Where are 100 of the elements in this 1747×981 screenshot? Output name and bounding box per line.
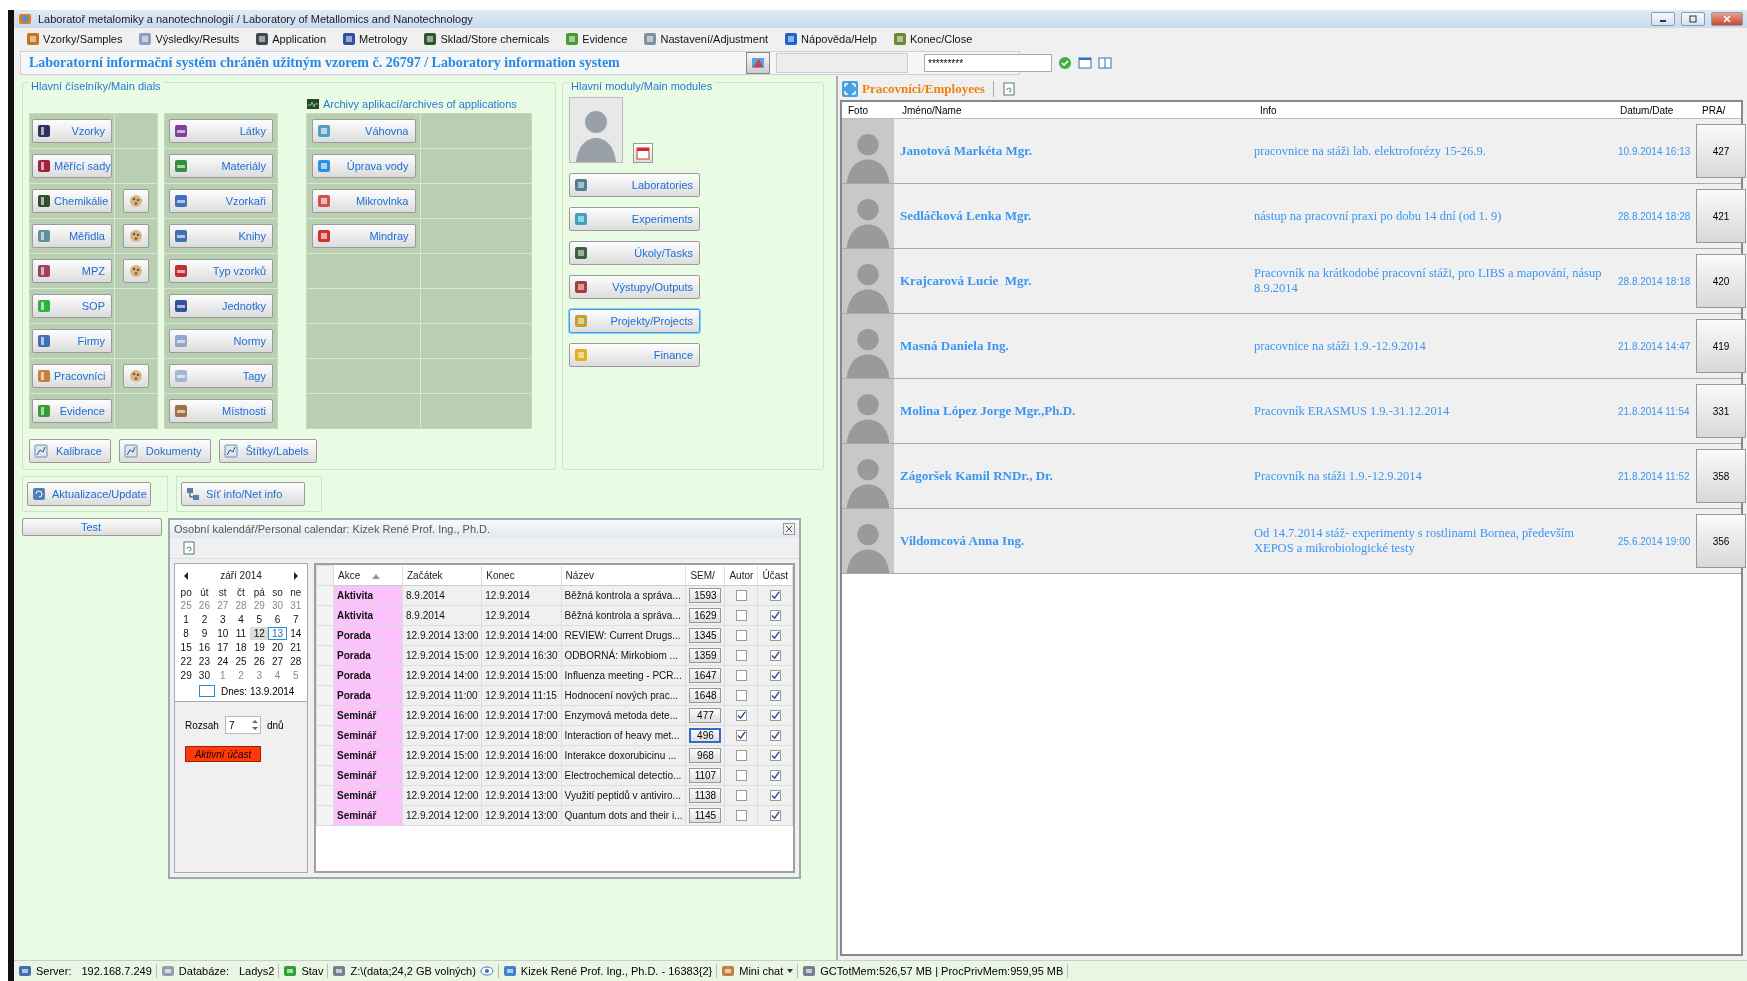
calendar-day[interactable]: 19 bbox=[250, 641, 269, 654]
seminar-button[interactable]: 1648 bbox=[689, 688, 722, 703]
employee-id-button[interactable]: 421 bbox=[1696, 189, 1746, 243]
employee-id-button[interactable]: 358 bbox=[1696, 449, 1746, 503]
employee-id-button[interactable]: 420 bbox=[1696, 254, 1746, 308]
calendar-day[interactable]: 28 bbox=[286, 655, 305, 668]
checkbox[interactable] bbox=[769, 710, 781, 722]
calendar-day[interactable]: 4 bbox=[268, 669, 287, 682]
dial-button[interactable]: Knihy bbox=[169, 224, 273, 248]
calendar-day[interactable]: 3 bbox=[250, 669, 269, 682]
shortcut-button[interactable] bbox=[123, 364, 149, 388]
test-button[interactable]: Test bbox=[22, 518, 162, 536]
checkbox[interactable] bbox=[735, 710, 747, 722]
checkbox[interactable] bbox=[735, 630, 747, 642]
seminar-button[interactable]: 1345 bbox=[689, 628, 722, 643]
close-button[interactable] bbox=[783, 523, 795, 535]
calendar-day[interactable]: 27 bbox=[268, 655, 287, 668]
tool-button[interactable]: Dokumenty bbox=[118, 439, 211, 463]
calendar-day[interactable]: 17 bbox=[213, 641, 232, 654]
calendar-day[interactable]: 26 bbox=[250, 655, 269, 668]
calendar-day[interactable]: 2 bbox=[195, 613, 214, 626]
dial-button[interactable]: Materiály bbox=[169, 154, 273, 178]
dial-button[interactable]: Místnosti bbox=[169, 399, 273, 423]
column-header[interactable]: Datum/Date bbox=[1614, 104, 1696, 116]
net-info-button[interactable]: Síť info/Net info bbox=[181, 482, 305, 506]
column-header[interactable]: Foto bbox=[842, 104, 896, 116]
calendar-day[interactable]: 14 bbox=[286, 627, 305, 640]
dial-button[interactable]: Látky bbox=[169, 119, 273, 143]
checkbox[interactable] bbox=[735, 670, 747, 682]
calendar-day[interactable]: 28 bbox=[231, 599, 251, 612]
checkbox[interactable] bbox=[735, 770, 747, 782]
checkbox[interactable] bbox=[769, 670, 781, 682]
next-month-icon[interactable] bbox=[293, 571, 299, 580]
module-button[interactable]: Projekty/Projects bbox=[569, 309, 700, 333]
module-button[interactable]: Finance bbox=[569, 343, 700, 367]
calendar-day[interactable]: 30 bbox=[195, 669, 214, 682]
dial-button[interactable]: SOP bbox=[32, 294, 112, 318]
archive-button[interactable]: Mikrovlnka bbox=[311, 189, 416, 213]
seminar-button[interactable]: 1359 bbox=[689, 648, 722, 663]
menu-item[interactable]: Nastavení/Adjustment bbox=[637, 30, 775, 48]
column-header[interactable]: PRA/ bbox=[1696, 104, 1747, 116]
seminar-button[interactable]: 1145 bbox=[689, 808, 722, 823]
calendar-day[interactable]: 4 bbox=[231, 613, 251, 626]
archive-button[interactable]: Váhovna bbox=[311, 119, 416, 143]
employee-id-button[interactable]: 427 bbox=[1696, 124, 1746, 178]
calendar-day[interactable]: 10 bbox=[213, 627, 232, 640]
range-spinner[interactable]: 7 bbox=[224, 716, 261, 734]
tool-button[interactable]: Kalibrace bbox=[29, 439, 111, 463]
column-header[interactable]: Info bbox=[1254, 104, 1614, 116]
calendar-day[interactable]: 13 bbox=[268, 627, 287, 640]
dial-button[interactable]: Vzorky bbox=[32, 119, 112, 143]
seminar-button[interactable]: 1138 bbox=[689, 788, 722, 803]
menu-item[interactable]: Sklad/Store chemicals bbox=[417, 30, 556, 48]
module-button[interactable]: Experiments bbox=[569, 207, 700, 231]
seminar-button[interactable]: 1629 bbox=[689, 608, 722, 623]
employee-id-button[interactable]: 331 bbox=[1696, 384, 1746, 438]
column-header[interactable]: Název bbox=[561, 565, 686, 586]
calendar-day[interactable]: 1 bbox=[177, 613, 196, 626]
calendar-day[interactable]: 30 bbox=[268, 599, 287, 612]
spinner-arrows-icon[interactable] bbox=[250, 718, 259, 732]
calendar-day[interactable]: 25 bbox=[177, 599, 196, 612]
calendar-day[interactable]: 24 bbox=[213, 655, 232, 668]
refresh-icon[interactable] bbox=[1001, 82, 1016, 96]
calendar-day[interactable]: 23 bbox=[195, 655, 214, 668]
calendar-day[interactable]: 25 bbox=[231, 655, 251, 668]
calendar-day[interactable]: 22 bbox=[177, 655, 196, 668]
column-header[interactable]: SEM/ bbox=[685, 565, 725, 586]
menu-item[interactable]: Vzorky/Samples bbox=[20, 30, 129, 48]
seminar-button[interactable]: 1593 bbox=[689, 588, 722, 603]
calendar-day[interactable]: 7 bbox=[286, 613, 305, 626]
calendar-day[interactable]: 29 bbox=[250, 599, 269, 612]
calendar-day[interactable]: 31 bbox=[286, 599, 305, 612]
calendar-day[interactable]: 6 bbox=[268, 613, 287, 626]
calendar-day[interactable]: 1 bbox=[213, 669, 232, 682]
calendar-day[interactable]: 29 bbox=[177, 669, 196, 682]
dropdown-arrow-icon[interactable] bbox=[787, 969, 794, 973]
column-header[interactable]: Jméno/Name bbox=[896, 104, 1254, 116]
checkbox[interactable] bbox=[769, 610, 781, 622]
checkbox[interactable] bbox=[769, 730, 781, 742]
dial-button[interactable]: Měřící sady bbox=[32, 154, 112, 178]
calendar-day[interactable]: 26 bbox=[195, 599, 214, 612]
seminar-button[interactable]: 968 bbox=[689, 748, 722, 763]
checkbox[interactable] bbox=[735, 730, 747, 742]
checkbox[interactable] bbox=[735, 790, 747, 802]
calendar-day[interactable]: 5 bbox=[286, 669, 305, 682]
calendar-day[interactable]: 11 bbox=[231, 627, 251, 640]
check-icon[interactable] bbox=[1058, 56, 1072, 70]
seminar-button[interactable]: 1107 bbox=[689, 768, 722, 783]
calendar-day[interactable]: 12 bbox=[250, 627, 269, 640]
dial-button[interactable]: Chemikálie bbox=[32, 189, 112, 213]
shortcut-button[interactable] bbox=[123, 189, 149, 213]
calendar-day[interactable]: 9 bbox=[195, 627, 214, 640]
employee-id-button[interactable]: 356 bbox=[1696, 514, 1746, 568]
active-participation-button[interactable]: Aktivní účast bbox=[185, 746, 261, 762]
menu-item[interactable]: Evidence bbox=[559, 30, 634, 48]
calendar-day[interactable]: 20 bbox=[268, 641, 287, 654]
module-button[interactable]: Úkoly/Tasks bbox=[569, 241, 700, 265]
checkbox[interactable] bbox=[769, 750, 781, 762]
calendar-day[interactable]: 16 bbox=[195, 641, 214, 654]
refresh-icon[interactable] bbox=[182, 541, 196, 555]
